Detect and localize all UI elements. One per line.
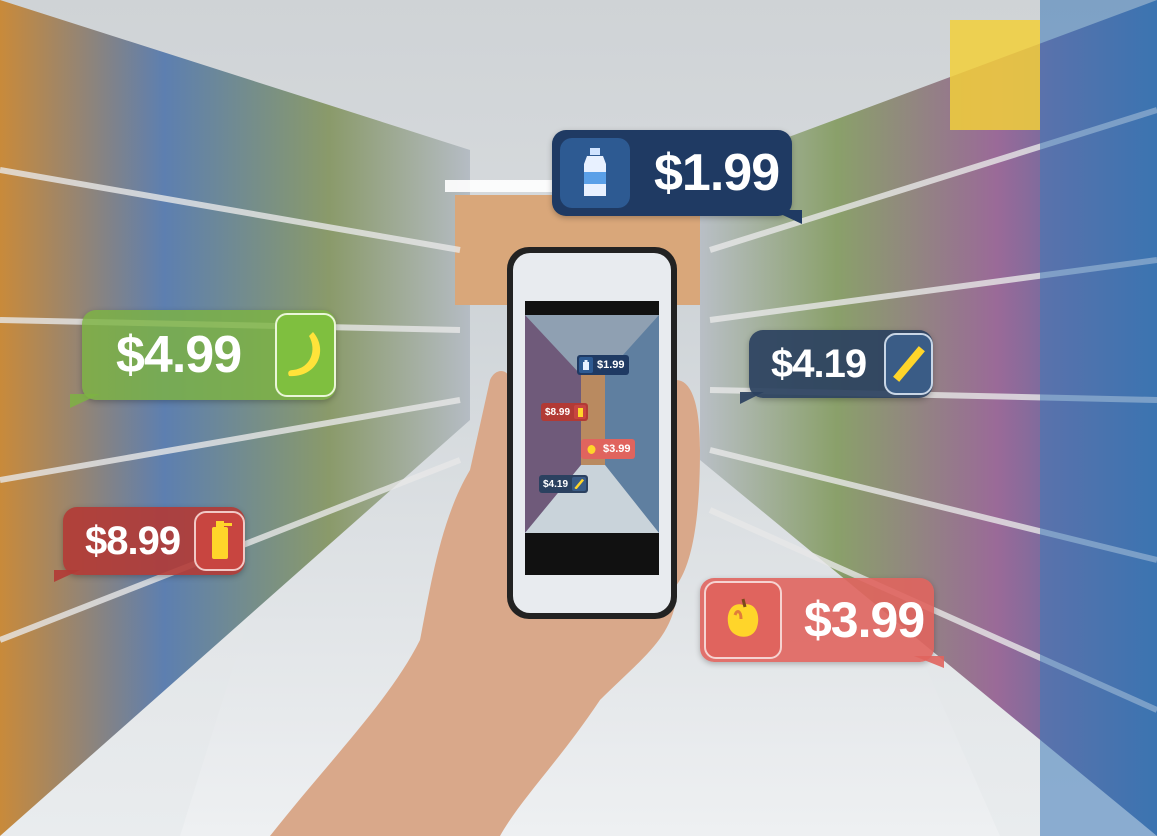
price-label: $4.19 [543,478,569,490]
price-tag-bottle: $1.99 [552,130,792,216]
tag-pointer [914,656,944,668]
tag-pointer [740,392,764,404]
water-bottle-icon [560,138,630,208]
tag-pointer [54,570,80,582]
price-tag-snack-bar: $4.19 [749,330,933,398]
phone-price-tag-drink: $8.99 [541,403,589,421]
price-label: $4.99 [116,326,242,384]
phone-price-tag-bar: $4.19 [539,475,589,493]
water-bottle-icon [579,357,593,373]
tag-pointer [70,394,100,408]
price-tag-banana: $4.99 [82,310,336,400]
banana-icon [275,313,336,397]
price-tag-drink: $8.99 [63,507,245,575]
price-label: $1.99 [597,359,625,371]
phone-camera-view [525,315,659,533]
phone-body: $1.99 $8.99 $3.99 $4.19 [513,253,671,613]
pear-icon [583,441,599,457]
snack-bar-icon [884,333,933,395]
price-label: $8.99 [545,406,571,418]
price-label: $8.99 [85,518,181,563]
price-label: $3.99 [603,443,631,455]
price-label: $4.19 [771,341,867,386]
store-aisle-scene: $1.99 $4.99 $4.19 $8.99 $3.99 $1.99 $8.9… [0,0,1157,836]
phone-price-tag-fruit: $3.99 [581,439,635,459]
phone-price-tag-bottle: $1.99 [577,355,629,375]
price-label: $1.99 [654,144,780,202]
tag-pointer [772,210,802,224]
pear-icon [704,581,782,659]
drink-can-icon [194,511,245,571]
snack-bar-icon [572,477,587,491]
price-tag-fruit: $3.99 [700,578,934,662]
phone-screen: $1.99 $8.99 $3.99 $4.19 [525,301,659,575]
drink-can-icon [574,405,587,419]
smartphone: $1.99 $8.99 $3.99 $4.19 [507,247,677,619]
price-label: $3.99 [804,592,925,648]
